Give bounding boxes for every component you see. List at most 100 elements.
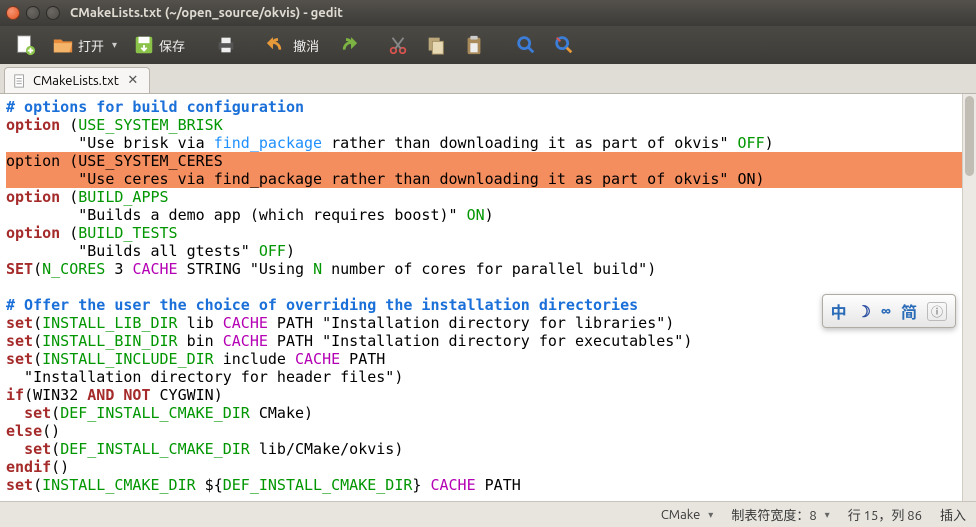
code-token: else (6, 422, 42, 440)
window-title: CMakeLists.txt (~/open_source/okvis) - g… (70, 6, 343, 20)
copy-button[interactable] (419, 30, 453, 60)
code-token: set (6, 314, 33, 332)
code-token: DEF_INSTALL_CMAKE_DIR (223, 476, 413, 494)
undo-button[interactable]: 撤消 (261, 30, 325, 60)
code-token: ${ (196, 476, 223, 494)
code-line: # options for build configuration (6, 98, 304, 116)
code-token: include (214, 350, 295, 368)
new-file-button[interactable] (8, 30, 42, 60)
open-dropdown-arrow[interactable]: ▾ (112, 39, 117, 51)
search-icon (515, 34, 537, 56)
tab-bar: CMakeLists.txt ✕ (0, 64, 976, 94)
language-selector[interactable]: CMake (661, 508, 714, 522)
search-button[interactable] (509, 30, 543, 60)
code-token: 3 (105, 260, 132, 278)
code-token: option (6, 116, 60, 134)
code-token: USE_SYSTEM_BRISK (78, 116, 223, 134)
selected-line: option (USE_SYSTEM_CERES (6, 152, 976, 170)
code-token: set (6, 332, 33, 350)
code-token: lib (178, 314, 223, 332)
code-token: ) (765, 134, 774, 152)
editor-area[interactable]: # options for build configuration option… (0, 94, 976, 501)
cut-button[interactable] (381, 30, 415, 60)
code-token: N (313, 260, 322, 278)
code-token: CACHE (430, 476, 475, 494)
scrollbar-thumb[interactable] (965, 96, 974, 176)
code-token: "Builds all gtests" (6, 242, 259, 260)
language-label: CMake (661, 508, 700, 522)
open-button[interactable]: 打开 ▾ (46, 30, 123, 60)
code-token: set (24, 404, 51, 422)
mode-label: 插入 (940, 505, 966, 524)
undo-icon (267, 34, 289, 56)
code-token: ( (33, 332, 42, 350)
ime-moon-button[interactable]: ☽ (857, 302, 871, 321)
file-icon (13, 74, 27, 88)
code-token: INSTALL_CMAKE_DIR (42, 476, 196, 494)
close-window-button[interactable] (6, 6, 20, 20)
code-token: STRING "Using (178, 260, 313, 278)
maximize-window-button[interactable] (46, 6, 60, 20)
code-token: OFF (738, 134, 765, 152)
ime-mode-button[interactable]: 中 (831, 299, 847, 323)
redo-button[interactable] (329, 30, 363, 60)
statusbar: CMake 制表符宽度：8 行 15，列 86 插入 (0, 501, 976, 527)
ime-simplified-button[interactable]: 简 (901, 299, 917, 323)
code-token: ( (60, 188, 78, 206)
code-token: BUILD_APPS (78, 188, 168, 206)
ime-toolbar[interactable]: 中 ☽ ∞ 简 ⓘ (822, 294, 956, 328)
code-token: option (USE_SYSTEM_CERES (6, 152, 223, 170)
save-button[interactable]: 保存 (127, 30, 191, 60)
selected-line: "Use ceres via find_package rather than … (6, 170, 976, 188)
code-token: SET (6, 260, 33, 278)
code-token: ) (286, 242, 295, 260)
code-token: CYGWIN) (151, 386, 223, 404)
save-icon (133, 34, 155, 56)
code-token: ( (60, 116, 78, 134)
code-token: option (6, 224, 60, 242)
save-label: 保存 (159, 36, 185, 55)
code-token: PATH "Installation directory for librari… (268, 314, 674, 332)
code-token: endif (6, 458, 51, 476)
code-token: number of cores for parallel build") (322, 260, 656, 278)
code-token: AND (87, 386, 114, 404)
code-token: ) (485, 206, 494, 224)
window-controls (6, 6, 60, 20)
tabwidth-selector[interactable]: 制表符宽度：8 (731, 505, 829, 524)
code-token: find_package (214, 134, 322, 152)
paste-button[interactable] (457, 30, 491, 60)
replace-icon (553, 34, 575, 56)
toolbar: 打开 ▾ 保存 撤消 (0, 26, 976, 64)
tab-cmakelists[interactable]: CMakeLists.txt ✕ (4, 67, 150, 93)
code-token: NOT (123, 386, 150, 404)
tab-close-button[interactable]: ✕ (125, 73, 141, 89)
code-token: set (6, 350, 33, 368)
code-token: rather than downloading it as part of ok… (322, 134, 737, 152)
code-token: INSTALL_LIB_DIR (42, 314, 177, 332)
replace-button[interactable] (547, 30, 581, 60)
code-token: CACHE (223, 332, 268, 350)
code-token: () (51, 458, 69, 476)
code-token: ( (33, 314, 42, 332)
code-token (6, 440, 24, 458)
code-token: DEF_INSTALL_CMAKE_DIR (60, 404, 250, 422)
redo-icon (335, 34, 357, 56)
code-token: CACHE (132, 260, 177, 278)
ime-loop-button[interactable]: ∞ (881, 302, 891, 320)
code-token: set (6, 476, 33, 494)
vertical-scrollbar[interactable] (962, 94, 976, 501)
paste-icon (463, 34, 485, 56)
code-token (6, 404, 24, 422)
code-token: lib/CMake/okvis) (250, 440, 404, 458)
code-token: set (24, 440, 51, 458)
minimize-window-button[interactable] (26, 6, 40, 20)
insert-mode[interactable]: 插入 (940, 505, 966, 524)
undo-label: 撤消 (293, 36, 319, 55)
tabwidth-label: 制表符宽度：8 (731, 505, 816, 524)
code-token: ( (60, 224, 78, 242)
print-button[interactable] (209, 30, 243, 60)
ime-info-button[interactable]: ⓘ (927, 302, 947, 321)
cut-icon (387, 34, 409, 56)
code-token: "Use brisk via (6, 134, 214, 152)
code-token: bin (178, 332, 223, 350)
